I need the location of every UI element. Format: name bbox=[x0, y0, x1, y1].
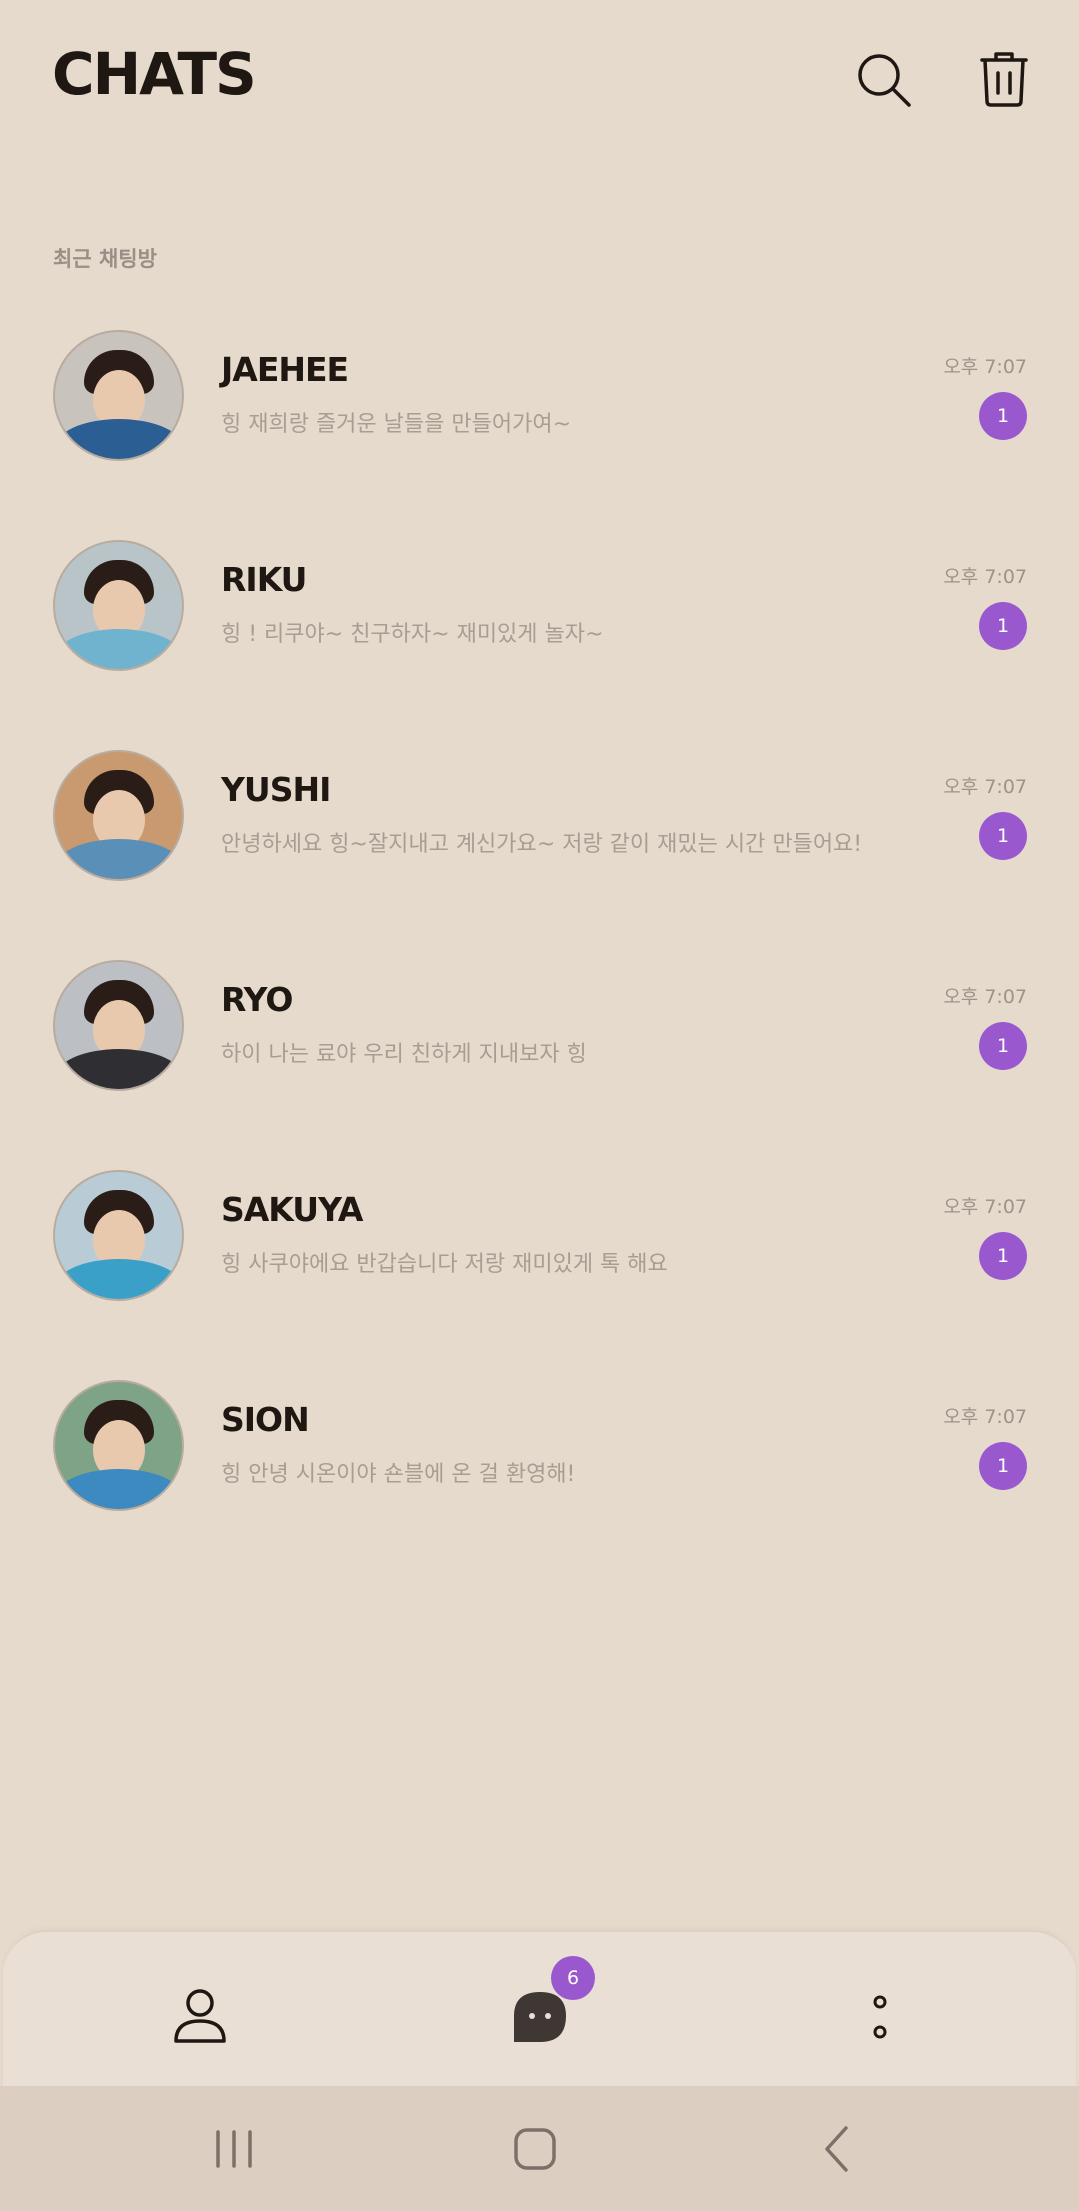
back-button[interactable] bbox=[803, 2114, 873, 2184]
unread-badge: 1 bbox=[979, 1232, 1027, 1280]
avatar bbox=[53, 960, 184, 1091]
profile-icon bbox=[174, 1989, 226, 2043]
chat-preview: 힝 사쿠야에요 반갑습니다 저랑 재미있게 톡 해요 bbox=[221, 1252, 668, 1277]
system-nav-bar bbox=[0, 2086, 1079, 2211]
unread-badge: 1 bbox=[979, 392, 1027, 440]
more-vertical-icon bbox=[873, 1995, 887, 2039]
chat-item-sion[interactable]: SION 힝 안녕 시온이야 숀블에 온 걸 환영해! 오후 7:07 1 bbox=[0, 1368, 1079, 1578]
page-title: CHATS bbox=[52, 40, 257, 108]
chat-item-jaehee[interactable]: JAEHEE 힝 재희랑 즐거운 날들을 만들어가여~ 오후 7:07 1 bbox=[0, 318, 1079, 528]
chat-preview: 하이 나는 료야 우리 친하게 지내보자 힝 bbox=[221, 1042, 587, 1067]
avatar bbox=[53, 1380, 184, 1511]
chat-item-sakuya[interactable]: SAKUYA 힝 사쿠야에요 반갑습니다 저랑 재미있게 톡 해요 오후 7:0… bbox=[0, 1158, 1079, 1368]
back-icon bbox=[825, 2126, 848, 2172]
section-label: 최근 채팅방 bbox=[53, 247, 157, 271]
chat-time: 오후 7:07 bbox=[943, 986, 1027, 1008]
chat-item-riku[interactable]: RIKU 힝 ! 리쿠야~ 친구하자~ 재미있게 놀자~ 오후 7:07 1 bbox=[0, 528, 1079, 738]
chat-name: YUSHI bbox=[221, 770, 331, 809]
chat-preview: 안녕하세요 힝~잘지내고 계신가요~ 저랑 같이 재밌는 시간 만들어요! bbox=[221, 832, 863, 857]
avatar bbox=[53, 330, 184, 461]
chat-name: JAEHEE bbox=[221, 350, 349, 389]
chat-preview: 힝 ! 리쿠야~ 친구하자~ 재미있게 놀자~ bbox=[221, 622, 604, 647]
recents-icon bbox=[216, 2130, 252, 2168]
avatar bbox=[53, 540, 184, 671]
unread-badge: 1 bbox=[979, 1442, 1027, 1490]
chat-item-yushi[interactable]: YUSHI 안녕하세요 힝~잘지내고 계신가요~ 저랑 같이 재밌는 시간 만들… bbox=[0, 738, 1079, 948]
chat-item-ryo[interactable]: RYO 하이 나는 료야 우리 친하게 지내보자 힝 오후 7:07 1 bbox=[0, 948, 1079, 1158]
bottom-nav: 6 bbox=[3, 1930, 1076, 2088]
chat-time: 오후 7:07 bbox=[943, 776, 1027, 798]
chat-time: 오후 7:07 bbox=[943, 1406, 1027, 1428]
chat-name: SAKUYA bbox=[221, 1190, 363, 1229]
unread-badge: 1 bbox=[979, 1022, 1027, 1070]
avatar bbox=[53, 750, 184, 881]
unread-badge: 1 bbox=[979, 602, 1027, 650]
header: CHATS bbox=[0, 0, 1079, 160]
chats-screen: CHATS 최근 채팅방 JAEHEE 힝 재희랑 즐거운 날들을 만들어가여~… bbox=[0, 0, 1079, 2211]
chat-time: 오후 7:07 bbox=[943, 1196, 1027, 1218]
avatar bbox=[53, 1170, 184, 1301]
home-icon bbox=[514, 2128, 556, 2170]
recents-button[interactable] bbox=[199, 2114, 269, 2184]
chat-name: RYO bbox=[221, 980, 293, 1019]
unread-badge: 1 bbox=[979, 812, 1027, 860]
home-button[interactable] bbox=[500, 2114, 570, 2184]
chat-time: 오후 7:07 bbox=[943, 356, 1027, 378]
chat-name: SION bbox=[221, 1400, 310, 1439]
search-icon bbox=[858, 54, 911, 107]
chat-preview: 힝 재희랑 즐거운 날들을 만들어가여~ bbox=[221, 412, 572, 437]
chat-time: 오후 7:07 bbox=[943, 566, 1027, 588]
chat-list: JAEHEE 힝 재희랑 즐거운 날들을 만들어가여~ 오후 7:07 1 RI… bbox=[0, 318, 1079, 1578]
chat-preview: 힝 안녕 시온이야 숀블에 온 걸 환영해! bbox=[221, 1462, 576, 1487]
delete-button[interactable] bbox=[972, 48, 1036, 112]
chat-count-badge: 6 bbox=[551, 1956, 595, 2000]
search-button[interactable] bbox=[852, 48, 916, 112]
nav-more[interactable] bbox=[840, 1976, 920, 2056]
nav-profile[interactable] bbox=[160, 1976, 240, 2056]
chat-name: RIKU bbox=[221, 560, 307, 599]
trash-icon bbox=[980, 52, 1028, 107]
